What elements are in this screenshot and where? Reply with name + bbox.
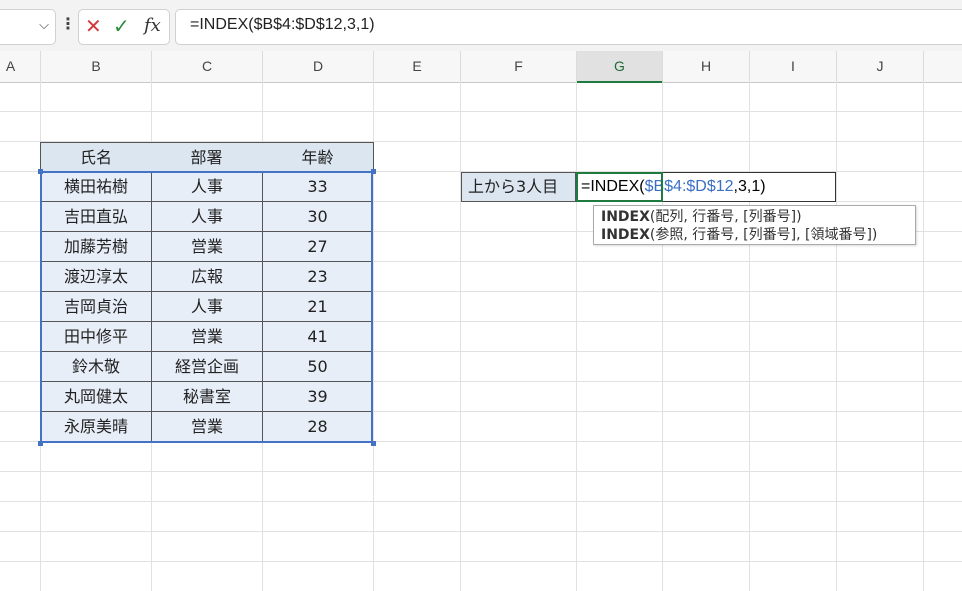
- formula-text: =INDEX($B$4:$D$12,3,1): [190, 16, 375, 33]
- column-header-b[interactable]: B: [41, 51, 152, 82]
- tooltip-args: (参照, 行番号, [列番号], [領域番号]): [649, 227, 878, 243]
- range-handle[interactable]: [38, 441, 43, 446]
- table-header-department[interactable]: 部署: [151, 142, 263, 172]
- column-headers: A B C D E F G H I J: [0, 51, 962, 83]
- tooltip-args: (配列, 行番号, [列番号]): [649, 209, 802, 225]
- name-box[interactable]: ⌵: [0, 9, 56, 45]
- range-handle[interactable]: [371, 169, 376, 174]
- table-cell[interactable]: 営業: [152, 412, 263, 442]
- table-cell[interactable]: 秘書室: [152, 382, 263, 412]
- table-cell[interactable]: 39: [263, 382, 373, 412]
- table-cell[interactable]: 渡辺淳太: [41, 262, 152, 292]
- tooltip-line-array[interactable]: INDEX(配列, 行番号, [列番号]): [601, 208, 908, 226]
- table-cell[interactable]: 永原美晴: [41, 412, 152, 442]
- table-cell[interactable]: 営業: [152, 322, 263, 352]
- table-cell[interactable]: 21: [263, 292, 373, 322]
- table-cell[interactable]: 人事: [152, 292, 263, 322]
- label-cell[interactable]: 上から3人目: [461, 172, 576, 202]
- formula-suffix: ,3,1): [733, 178, 766, 195]
- table-cell[interactable]: 横田祐樹: [41, 172, 152, 202]
- table-cell[interactable]: 50: [263, 352, 373, 382]
- enter-check-icon[interactable]: ✓: [113, 14, 130, 38]
- table-cell[interactable]: 23: [263, 262, 373, 292]
- more-options-icon[interactable]: ⋮: [60, 14, 76, 34]
- table-cell[interactable]: 30: [263, 202, 373, 232]
- chevron-down-icon[interactable]: ⌵: [39, 18, 49, 33]
- insert-function-icon[interactable]: fx: [144, 14, 161, 38]
- table-cell[interactable]: 28: [263, 412, 373, 442]
- table-cell[interactable]: 営業: [152, 232, 263, 262]
- column-header-i[interactable]: I: [750, 51, 837, 82]
- formula-input[interactable]: =INDEX($B$4:$D$12,3,1): [175, 9, 962, 45]
- column-header-f[interactable]: F: [461, 51, 577, 82]
- table-cell[interactable]: 41: [263, 322, 373, 352]
- formula-prefix: =INDEX(: [581, 178, 645, 195]
- column-header-a[interactable]: A: [0, 51, 41, 82]
- column-header-j[interactable]: J: [837, 51, 924, 82]
- formula-buttons: ✕ ✓ fx: [78, 9, 170, 45]
- table-cell[interactable]: 加藤芳樹: [41, 232, 152, 262]
- table-header-name[interactable]: 氏名: [40, 142, 152, 172]
- column-header-h[interactable]: H: [663, 51, 750, 82]
- cancel-icon[interactable]: ✕: [85, 14, 102, 38]
- range-handle[interactable]: [371, 441, 376, 446]
- table-cell[interactable]: 人事: [152, 202, 263, 232]
- column-header-g[interactable]: G: [577, 51, 663, 83]
- column-header-e[interactable]: E: [374, 51, 461, 82]
- table-cell[interactable]: 33: [263, 172, 373, 202]
- tooltip-function-name: INDEX: [601, 227, 650, 243]
- active-cell-editor[interactable]: =INDEX($B$4:$D$12,3,1): [576, 172, 836, 202]
- formula-reference: $B$4:$D$12: [644, 178, 734, 195]
- table-cell[interactable]: 丸岡健太: [41, 382, 152, 412]
- table-cell[interactable]: 経営企画: [152, 352, 263, 382]
- function-tooltip: INDEX(配列, 行番号, [列番号]) INDEX(参照, 行番号, [列番…: [593, 205, 916, 245]
- table-header-age[interactable]: 年齢: [262, 142, 374, 172]
- column-header-c[interactable]: C: [152, 51, 263, 82]
- range-handle[interactable]: [38, 169, 43, 174]
- column-header-d[interactable]: D: [263, 51, 374, 82]
- table-cell[interactable]: 27: [263, 232, 373, 262]
- table-cell[interactable]: 人事: [152, 172, 263, 202]
- table-cell[interactable]: 鈴木敬: [41, 352, 152, 382]
- tooltip-function-name: INDEX: [601, 209, 650, 225]
- tooltip-line-reference[interactable]: INDEX(参照, 行番号, [列番号], [領域番号]): [601, 226, 908, 244]
- table-cell[interactable]: 吉田直弘: [41, 202, 152, 232]
- table-cell[interactable]: 田中修平: [41, 322, 152, 352]
- table-cell[interactable]: 吉岡貞治: [41, 292, 152, 322]
- formula-bar: ⌵ ⋮ ✕ ✓ fx =INDEX($B$4:$D$12,3,1): [0, 0, 962, 51]
- table-cell[interactable]: 広報: [152, 262, 263, 292]
